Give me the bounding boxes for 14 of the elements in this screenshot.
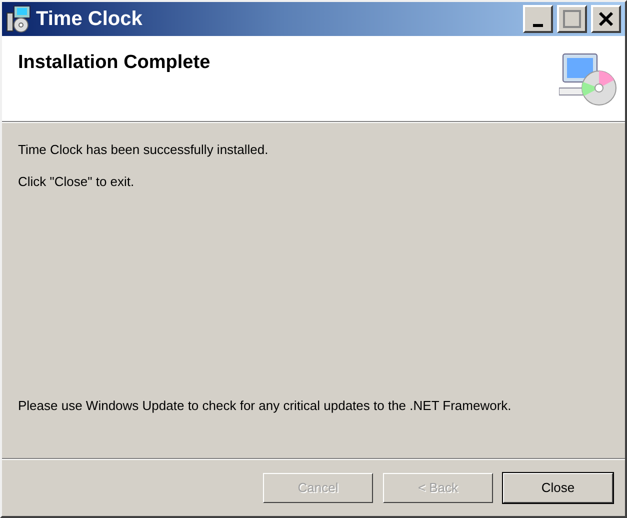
close-button[interactable] [591, 5, 621, 33]
close-icon [598, 11, 614, 27]
update-notice: Please use Windows Update to check for any critical updates to the .NET Framework. [18, 398, 512, 413]
message-text: Click "Close" to exit. [18, 174, 134, 189]
minimize-icon [533, 24, 543, 26]
computer-disc-icon [559, 52, 617, 108]
dialog-button[interactable]: Close [503, 472, 613, 502]
maximize-icon [563, 10, 581, 28]
window-title: Time Clock [36, 8, 144, 30]
installer-icon [6, 5, 32, 33]
minimize-button[interactable] [523, 5, 553, 33]
page-title: Installation Complete [18, 52, 210, 74]
message-text: Time Clock has been successfully installed. [18, 142, 268, 157]
maximize-button[interactable] [557, 5, 587, 33]
